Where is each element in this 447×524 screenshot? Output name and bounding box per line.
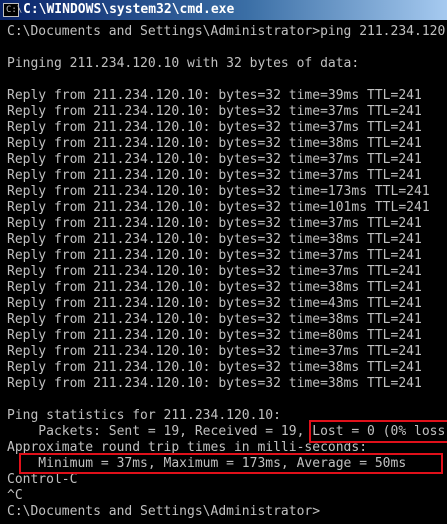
console-icon-glyph: C:\ [6,5,23,15]
console-line-stats-header: Ping statistics for 211.234.120.10: [7,408,281,423]
console-line-reply: Reply from 211.234.120.10: bytes=32 time… [7,136,422,151]
console-line-reply: Reply from 211.234.120.10: bytes=32 time… [7,232,422,247]
console-line-reply: Reply from 211.234.120.10: bytes=32 time… [7,248,422,263]
cmd-window: C:\ C:\WINDOWS\system32\cmd.exe C:\Docum… [0,0,447,524]
console-line-reply: Reply from 211.234.120.10: bytes=32 time… [7,216,422,231]
console-line-ping-command: C:\Documents and Settings\Administrator>… [7,24,447,39]
console-line-pinging-header: Pinging 211.234.120.10 with 32 bytes of … [7,56,360,71]
lost-highlight-box [309,420,447,443]
rtt-highlight-box [19,453,443,474]
console-line-reply: Reply from 211.234.120.10: bytes=32 time… [7,264,422,279]
console-line-reply: Reply from 211.234.120.10: bytes=32 time… [7,360,422,375]
console-line-reply: Reply from 211.234.120.10: bytes=32 time… [7,168,422,183]
console-line-prompt: C:\Documents and Settings\Administrator> [7,504,321,519]
console-line-reply: Reply from 211.234.120.10: bytes=32 time… [7,104,422,119]
console-line-reply: Reply from 211.234.120.10: bytes=32 time… [7,344,422,359]
window-title: C:\WINDOWS\system32\cmd.exe [23,2,235,17]
console-line-reply: Reply from 211.234.120.10: bytes=32 time… [7,152,422,167]
console-line-reply: Reply from 211.234.120.10: bytes=32 time… [7,376,422,391]
console-icon[interactable]: C:\ [3,3,23,17]
console-line-reply: Reply from 211.234.120.10: bytes=32 time… [7,88,422,103]
console-line-reply: Reply from 211.234.120.10: bytes=32 time… [7,120,422,135]
console-line-reply: Reply from 211.234.120.10: bytes=32 time… [7,312,422,327]
console-line-reply: Reply from 211.234.120.10: bytes=32 time… [7,296,422,311]
console-output[interactable]: C:\Documents and Settings\Administrator>… [0,24,447,524]
console-line-reply: Reply from 211.234.120.10: bytes=32 time… [7,184,430,199]
console-line-reply: Reply from 211.234.120.10: bytes=32 time… [7,280,422,295]
title-bar[interactable]: C:\ C:\WINDOWS\system32\cmd.exe [0,0,447,20]
console-line-reply: Reply from 211.234.120.10: bytes=32 time… [7,200,430,215]
console-line-reply: Reply from 211.234.120.10: bytes=32 time… [7,328,422,343]
console-line-control-c: Control-C [7,472,78,487]
console-line-caret-c: ^C [7,488,23,503]
